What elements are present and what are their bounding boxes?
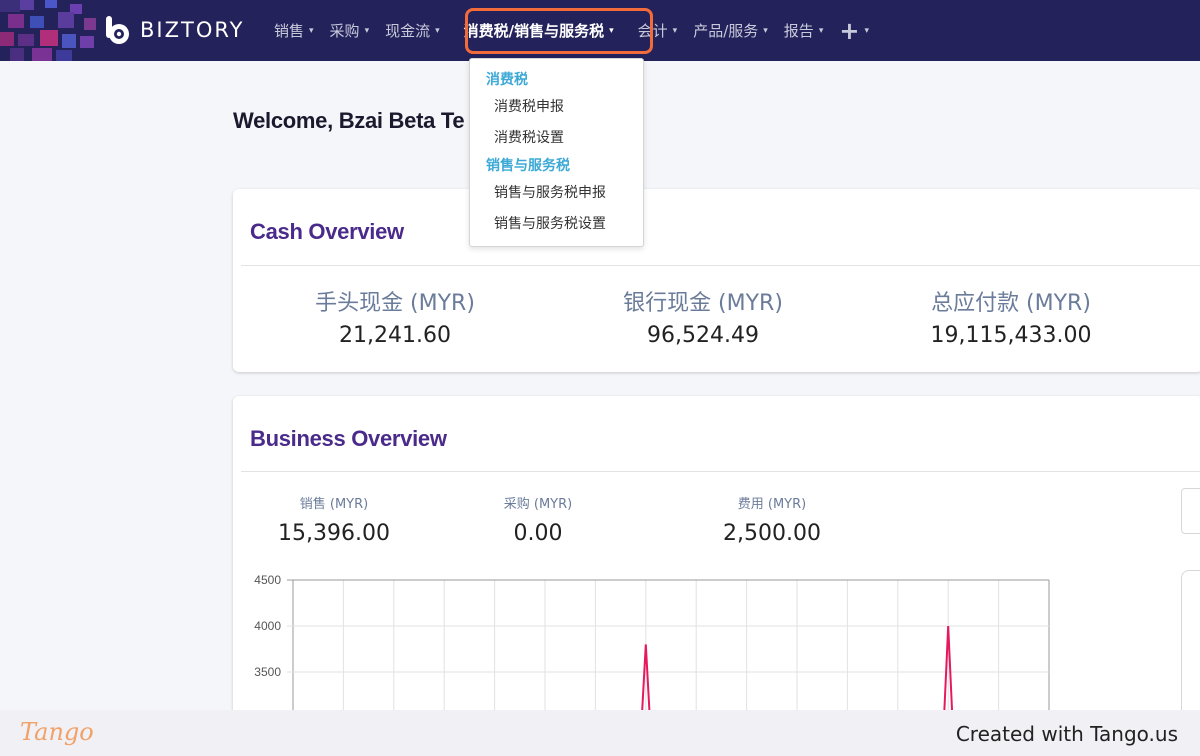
nav-item-accounting[interactable]: 会计 ▾ (630, 0, 686, 61)
welcome-heading: Welcome, Bzai Beta Te (233, 108, 465, 133)
cash-label: 手头现金 (MYR) (315, 291, 475, 316)
cash-label: 总应付款 (MYR) (931, 291, 1091, 316)
main-nav: 销售 ▾ 采购 ▾ 现金流 ▾ 消费税/销售与服务税 ▾ 会计 ▾ 产品/服务 ▾ 报告 ▾ … (266, 0, 877, 61)
nav-label: 销售 (274, 22, 305, 40)
nav-label: 会计 (637, 22, 668, 40)
caret-down-icon: ▾ (609, 25, 614, 36)
tango-footer: Tango Created with Tango.us (0, 710, 1200, 756)
purchases-summary: 采购 (MYR) 0.00 (448, 493, 628, 546)
side-panel (1181, 570, 1200, 730)
cash-value: 21,241.60 (339, 323, 451, 348)
nav-item-add[interactable]: + ▾ (831, 0, 877, 61)
caret-down-icon: ▾ (435, 25, 440, 36)
summary-value: 2,500.00 (723, 521, 821, 546)
footer-credit: Created with Tango.us (955, 722, 1178, 746)
cash-overview-card: Cash Overview 手头现金 (MYR) 21,241.60 银行现金 … (233, 189, 1200, 372)
caret-down-icon: ▾ (672, 25, 678, 36)
cash-overview-title: Cash Overview (250, 219, 404, 244)
cash-in-bank: 银行现金 (MYR) 96,524.49 (583, 285, 823, 348)
total-payables: 总应付款 (MYR) 19,115,433.00 (891, 285, 1131, 348)
business-overview-card: Business Overview 销售 (MYR) 15,396.00 采购 … (233, 396, 1200, 730)
side-control-button[interactable] (1181, 488, 1200, 534)
summary-label: 费用 (MYR) (737, 497, 807, 512)
caret-down-icon: ▾ (763, 25, 768, 36)
summary-value: 0.00 (513, 521, 563, 546)
y-tick-label: 3500 (254, 665, 281, 679)
menu-item-sst-settings[interactable]: 销售与服务税设置 (494, 213, 606, 233)
card-divider (241, 265, 1200, 266)
menu-item-sst-filing[interactable]: 销售与服务税申报 (494, 182, 606, 202)
nav-item-sst[interactable]: 消费税/销售与服务税 ▾ (456, 0, 622, 61)
sales-summary: 销售 (MYR) 15,396.00 (244, 493, 424, 546)
brand-logo[interactable]: BIZTORY (102, 14, 244, 46)
card-divider (241, 471, 1200, 472)
business-overview-title: Business Overview (250, 426, 447, 451)
business-line-chart: 4500 4000 3500 (254, 573, 1050, 726)
tango-logo: Tango (20, 718, 94, 746)
nav-item-reports[interactable]: 报告 ▾ (776, 0, 832, 61)
nav-item-purchases[interactable]: 采购 ▾ (322, 0, 378, 61)
y-tick-label: 4000 (254, 619, 281, 633)
caret-down-icon: ▾ (309, 25, 314, 36)
summary-label: 销售 (MYR) (299, 497, 369, 512)
nav-label: 产品/服务 (693, 22, 759, 40)
menu-item-excise-filing[interactable]: 消费税申报 (494, 96, 564, 116)
cash-value: 96,524.49 (647, 323, 759, 348)
biztory-logo-icon (102, 14, 134, 46)
nav-item-cashflow[interactable]: 现金流 ▾ (377, 0, 448, 61)
dropdown-header-sst: 销售与服务税 (486, 158, 570, 174)
expenses-summary: 费用 (MYR) 2,500.00 (682, 493, 862, 546)
y-tick-label: 4500 (254, 573, 281, 587)
summary-label: 采购 (MYR) (503, 497, 573, 512)
caret-down-icon: ▾ (864, 25, 869, 36)
nav-label: 消费税/销售与服务税 (463, 22, 605, 40)
dropdown-header-excise: 消费税 (486, 72, 528, 88)
brand-name: BIZTORY (140, 18, 245, 42)
caret-down-icon: ▾ (364, 25, 370, 36)
sst-dropdown-menu: 消费税 消费税申报 消费税设置 销售与服务税 销售与服务税申报 销售与服务税设置 (469, 58, 644, 247)
cash-value: 19,115,433.00 (930, 323, 1092, 348)
cash-label: 银行现金 (MYR) (623, 291, 783, 316)
nav-item-sales[interactable]: 销售 ▾ (266, 0, 322, 61)
top-navbar: BIZTORY 销售 ▾ 采购 ▾ 现金流 ▾ 消费税/销售与服务税 ▾ 会计 ▾ 产品/… (0, 0, 1200, 61)
nav-label: 报告 (783, 22, 814, 40)
menu-item-excise-settings[interactable]: 消费税设置 (494, 127, 564, 147)
caret-down-icon: ▾ (818, 25, 824, 36)
summary-value: 15,396.00 (278, 521, 390, 546)
nav-item-products[interactable]: 产品/服务 ▾ (685, 0, 776, 61)
nav-label: 采购 (329, 22, 360, 40)
plus-icon: + (839, 16, 860, 45)
nav-label: 现金流 (385, 22, 431, 40)
cash-on-hand: 手头现金 (MYR) 21,241.60 (275, 285, 515, 348)
